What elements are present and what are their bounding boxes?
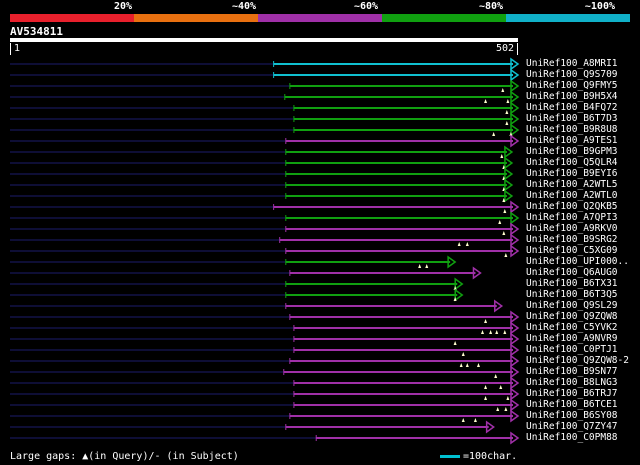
scale-swatch <box>440 455 460 458</box>
hit-label[interactable]: UniRef100_A7QPI3 <box>526 212 618 223</box>
hit-label[interactable]: UniRef100_B4FQ72 <box>526 102 618 113</box>
hits-alignment-graphic <box>10 57 520 445</box>
legend-seg-purple <box>258 14 382 22</box>
hit-label[interactable]: UniRef100_B6TX31 <box>526 278 618 289</box>
hit-label[interactable]: UniRef100_B9SN77 <box>526 366 618 377</box>
hit-label[interactable]: UniRef100_B9H5X4 <box>526 91 618 102</box>
hit-label[interactable]: UniRef100_B6T3Q5 <box>526 289 618 300</box>
legend-seg-orange <box>134 14 258 22</box>
query-gap-marker-icon <box>504 407 508 411</box>
query-gap-marker-icon <box>425 264 429 268</box>
query-gap-marker-icon <box>476 363 480 367</box>
query-gap-marker-icon <box>505 121 509 125</box>
hit-label[interactable]: UniRef100_C5XG09 <box>526 245 618 256</box>
query-gap-marker-icon <box>418 264 422 268</box>
query-gap-marker-icon <box>461 352 465 356</box>
hit-label[interactable]: UniRef100_Q9S709 <box>526 69 618 80</box>
query-sequence-bar <box>10 38 518 42</box>
query-gap-marker-icon <box>506 99 510 103</box>
query-gap-marker-icon <box>473 418 477 422</box>
hit-label[interactable]: UniRef100_Q5QLR4 <box>526 157 618 168</box>
query-gap-marker-icon <box>502 231 506 235</box>
query-gap-marker-icon <box>498 220 502 224</box>
hit-label[interactable]: UniRef100_B6TCE1 <box>526 399 618 410</box>
hit-label[interactable]: UniRef100_B9EYI6 <box>526 168 618 179</box>
hit-label[interactable]: UniRef100_B6T7D3 <box>526 113 618 124</box>
hit-label[interactable]: UniRef100_UPI000.. <box>526 256 629 267</box>
query-gap-marker-icon <box>489 330 493 334</box>
query-gap-marker-icon <box>484 319 488 323</box>
query-gap-marker-icon <box>505 110 509 114</box>
hit-label[interactable]: UniRef100_B9GPM3 <box>526 146 618 157</box>
scale-legend-text: =100char. <box>463 451 518 462</box>
legend-label-40: ~40% <box>231 1 257 12</box>
query-gap-marker-icon <box>492 132 496 136</box>
query-gap-marker-icon <box>494 374 498 378</box>
query-gap-marker-icon <box>461 418 465 422</box>
hit-label[interactable]: UniRef100_B9SRG2 <box>526 234 618 245</box>
hit-label[interactable]: UniRef100_Q6AUG0 <box>526 267 618 278</box>
hit-label[interactable]: UniRef100_A9TES1 <box>526 135 618 146</box>
scale-end: 502 <box>495 43 514 54</box>
hit-label[interactable]: UniRef100_Q9ZQW8 <box>526 311 618 322</box>
query-id: AV534811 <box>10 25 63 38</box>
scale-legend: =100char. <box>440 451 517 462</box>
hit-label[interactable]: UniRef100_Q9SL29 <box>526 300 618 311</box>
query-gap-marker-icon <box>459 363 463 367</box>
legend-seg-green <box>382 14 506 22</box>
query-gap-marker-icon <box>484 99 488 103</box>
query-gap-marker-icon <box>500 154 504 158</box>
identity-legend-labels: 20% ~40% ~60% ~80% ~100% <box>10 1 615 13</box>
hit-label[interactable]: UniRef100_Q9FMY5 <box>526 80 618 91</box>
query-gap-marker-icon <box>457 242 461 246</box>
hit-label[interactable]: UniRef100_A2WTL5 <box>526 179 618 190</box>
query-gap-marker-icon <box>453 341 457 345</box>
legend-seg-red <box>10 14 134 22</box>
query-gap-marker-icon <box>484 396 488 400</box>
hit-label[interactable]: UniRef100_C0PTJ1 <box>526 344 618 355</box>
query-gap-marker-icon <box>484 385 488 389</box>
query-gap-marker-icon <box>481 330 485 334</box>
hit-label[interactable]: UniRef100_A8MRI1 <box>526 58 618 69</box>
query-gap-marker-icon <box>503 209 507 213</box>
query-gap-marker-icon <box>495 330 499 334</box>
query-gap-marker-icon <box>501 88 505 92</box>
query-gap-marker-icon <box>503 330 507 334</box>
hit-label[interactable]: UniRef100_Q7ZY47 <box>526 421 618 432</box>
query-gap-marker-icon <box>465 242 469 246</box>
legend-label-60: ~60% <box>353 1 379 12</box>
query-gap-marker-icon <box>506 396 510 400</box>
hit-label[interactable]: UniRef100_A9NVR9 <box>526 333 618 344</box>
hit-label[interactable]: UniRef100_C5YVK2 <box>526 322 618 333</box>
legend-label-20: 20% <box>113 1 133 12</box>
identity-color-legend <box>10 14 630 22</box>
hit-label[interactable]: UniRef100_B9R8U8 <box>526 124 618 135</box>
query-gap-marker-icon <box>496 407 500 411</box>
query-gap-marker-icon <box>504 253 508 257</box>
legend-label-100: ~100% <box>584 1 615 12</box>
hit-label[interactable]: UniRef100_Q9ZQW8-2 <box>526 355 629 366</box>
hit-label[interactable]: UniRef100_Q2QKB5 <box>526 201 618 212</box>
hit-label[interactable]: UniRef100_B8LNG3 <box>526 377 618 388</box>
hit-label[interactable]: UniRef100_B6TRJ7 <box>526 388 618 399</box>
legend-seg-cyan <box>506 14 630 22</box>
query-gap-marker-icon <box>465 363 469 367</box>
hit-label[interactable]: UniRef100_A2WTL0 <box>526 190 618 201</box>
scale-start: 1 <box>14 43 21 54</box>
hit-label[interactable]: UniRef100_C0PM88 <box>526 432 618 443</box>
hit-label[interactable]: UniRef100_B6SY08 <box>526 410 618 421</box>
query-scale: 1 502 <box>10 43 518 55</box>
gaps-legend: Large gaps: ▲(in Query)/- (in Subject) <box>10 451 239 462</box>
query-gap-marker-icon <box>499 385 503 389</box>
hit-label[interactable]: UniRef100_A9RKV0 <box>526 223 618 234</box>
legend-label-80: ~80% <box>478 1 504 12</box>
